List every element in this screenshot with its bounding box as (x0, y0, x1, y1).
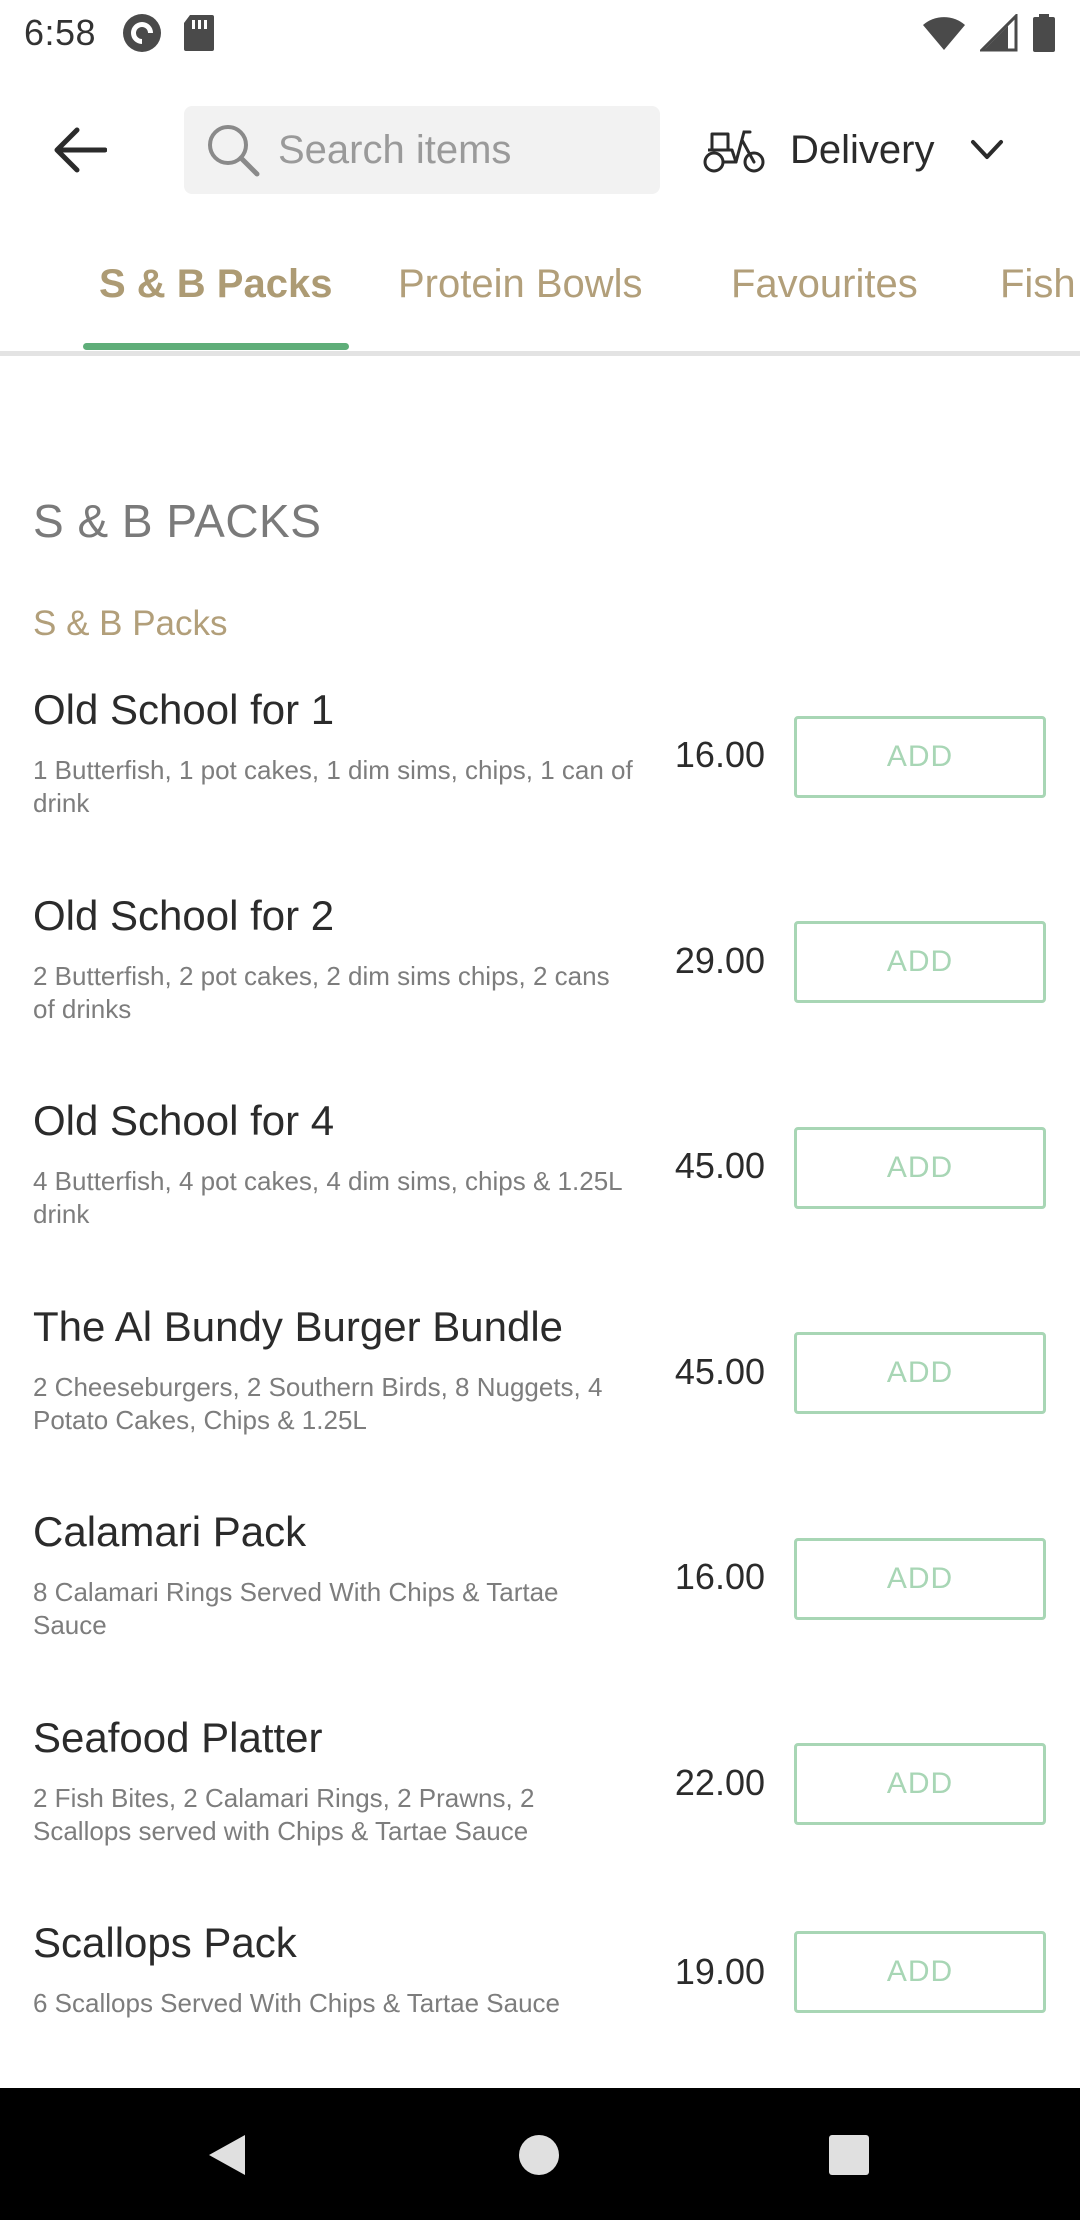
add-button[interactable]: ADD (794, 716, 1046, 798)
tab-favourites[interactable]: Favourites (731, 262, 918, 307)
active-tab-indicator (83, 343, 349, 350)
status-notification-icons (122, 13, 216, 53)
item-price: 45.00 (674, 1145, 765, 1186)
menu-item: Seafood Platter 2 Fish Bites, 2 Calamari… (0, 1714, 1080, 1914)
top-bar: Search items Delivery (0, 100, 1080, 200)
back-button[interactable] (40, 120, 120, 180)
item-name: Old School for 2 (33, 892, 335, 939)
triangle-back-icon (209, 2135, 245, 2175)
category-tabs: S & B Packs Protein Bowls Favourites Fis… (0, 240, 1080, 356)
back-arrow-icon (54, 127, 107, 173)
item-price: 19.00 (674, 1951, 765, 1992)
search-input[interactable]: Search items (184, 106, 660, 194)
status-time: 6:58 (24, 12, 97, 53)
nav-recents-button[interactable] (826, 2132, 872, 2178)
wifi-icon (923, 17, 965, 50)
item-description: 4 Butterfish, 4 pot cakes, 4 dim sims, c… (33, 1166, 622, 1229)
tab-protein-bowls[interactable]: Protein Bowls (398, 262, 643, 307)
menu-item: Old School for 4 4 Butterfish, 4 pot cak… (0, 1097, 1080, 1297)
item-description: 1 Butterfish, 1 pot cakes, 1 dim sims, c… (33, 755, 633, 818)
add-button[interactable]: ADD (794, 1538, 1046, 1620)
search-icon (208, 125, 260, 177)
menu-item: The Al Bundy Burger Bundle 2 Cheeseburge… (0, 1303, 1080, 1503)
menu-item: Old School for 2 2 Butterfish, 2 pot cak… (0, 892, 1080, 1092)
item-name: Calamari Pack (33, 1508, 307, 1555)
item-description: 6 Scallops Served With Chips & Tartae Sa… (33, 1988, 561, 2018)
delivery-label: Delivery (790, 127, 935, 172)
system-nav-bar (0, 2088, 1080, 2220)
add-button[interactable]: ADD (794, 921, 1046, 1003)
sd-card-icon (184, 15, 215, 51)
add-button[interactable]: ADD (794, 1332, 1046, 1414)
section-title: S & B PACKS (33, 495, 322, 547)
battery-icon (1033, 14, 1055, 52)
menu-item: Calamari Pack 8 Calamari Rings Served Wi… (0, 1508, 1080, 1708)
circle-home-icon (519, 2135, 559, 2175)
add-button[interactable]: ADD (794, 1127, 1046, 1209)
cell-signal-icon (980, 14, 1018, 52)
item-name: Seafood Platter (33, 1714, 323, 1761)
chevron-down-icon (971, 140, 1004, 159)
item-price: 29.00 (674, 940, 765, 981)
nav-home-button[interactable] (516, 2132, 562, 2178)
delivery-selector[interactable]: Delivery (702, 110, 1004, 190)
square-recents-icon (829, 2135, 869, 2175)
add-button[interactable]: ADD (794, 1743, 1046, 1825)
item-description: 2 Butterfish, 2 pot cakes, 2 dim sims ch… (33, 961, 610, 1024)
status-bar: 6:58 (0, 0, 1080, 66)
nav-back-button[interactable] (204, 2132, 250, 2178)
item-name: The Al Bundy Burger Bundle (33, 1303, 564, 1350)
item-description: 2 Cheeseburgers, 2 Southern Birds, 8 Nug… (33, 1372, 603, 1435)
item-name: Old School for 1 (33, 686, 335, 733)
scooter-icon (703, 130, 765, 173)
add-button[interactable]: ADD (794, 1931, 1046, 2013)
pocket-casts-icon (123, 14, 162, 52)
tab-sb-packs[interactable]: S & B Packs (99, 262, 332, 307)
status-right (922, 13, 1056, 53)
screen: 6:58 Search items Delivery S & B Packs P… (0, 0, 1080, 2220)
item-name: Scallops Pack (33, 1919, 297, 1966)
item-price: 16.00 (674, 734, 765, 775)
menu-item: Old School for 1 1 Butterfish, 1 pot cak… (0, 686, 1080, 886)
item-description: 2 Fish Bites, 2 Calamari Rings, 2 Prawns… (33, 1783, 535, 1846)
item-name: Old School for 4 (33, 1097, 335, 1144)
item-price: 16.00 (674, 1556, 765, 1597)
section-subtitle: S & B Packs (33, 604, 228, 643)
item-price: 45.00 (674, 1351, 765, 1392)
search-placeholder: Search items (278, 127, 512, 172)
item-price: 22.00 (674, 1762, 765, 1803)
item-description: 8 Calamari Rings Served With Chips & Tar… (33, 1577, 559, 1640)
tab-fish[interactable]: Fish (1000, 262, 1076, 307)
